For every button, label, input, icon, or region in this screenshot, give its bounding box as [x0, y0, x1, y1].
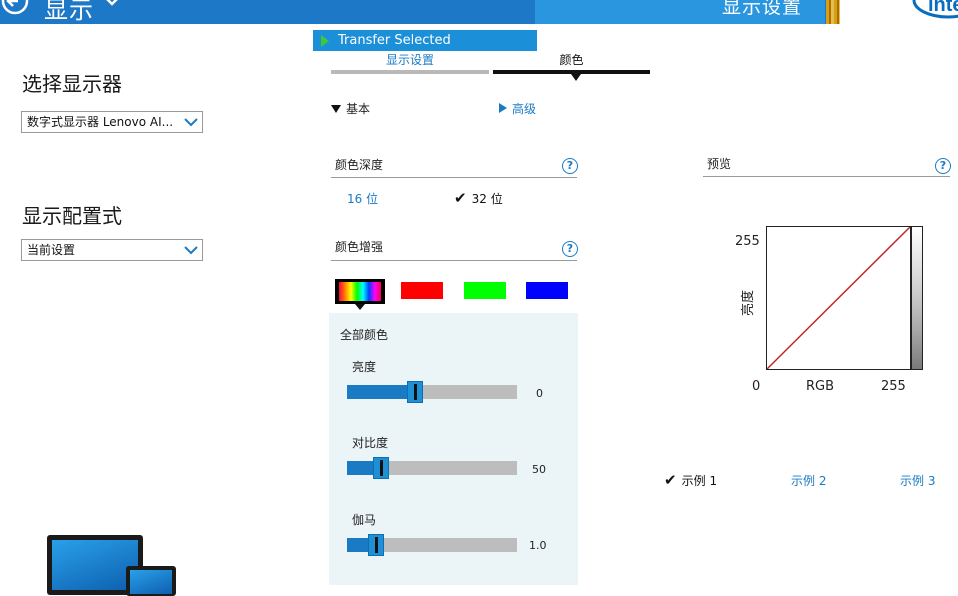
- gamma-value: 1.0: [529, 539, 547, 552]
- divider: [331, 260, 577, 261]
- contrast-slider-thumb[interactable]: [373, 457, 389, 479]
- checkmark-icon: ✔: [454, 189, 467, 207]
- gamma-slider[interactable]: [347, 534, 517, 556]
- transfer-selected-label: Transfer Selected: [338, 33, 451, 48]
- svg-text:intel: intel: [928, 0, 958, 16]
- grayscale-strip: [911, 226, 923, 370]
- display-select-value: 数字式显示器 Lenovo AI...: [27, 115, 174, 129]
- example-1[interactable]: ✔ 示例 1: [664, 470, 717, 489]
- swatch-selected-caret: [355, 304, 365, 310]
- contrast-value: 50: [532, 463, 546, 476]
- page-title[interactable]: 显示: [44, 0, 94, 25]
- brightness-slider-thumb[interactable]: [407, 381, 423, 403]
- mode-advanced-label: 高级: [512, 102, 537, 116]
- brightness-slider-fill: [347, 385, 415, 399]
- brightness-value: 0: [536, 387, 543, 400]
- chevron-down-icon[interactable]: [104, 0, 120, 10]
- contrast-slider[interactable]: [347, 457, 517, 479]
- display-profile-dropdown[interactable]: 当前设置: [21, 239, 203, 261]
- color-enhance-title: 颜色增强: [335, 240, 384, 254]
- help-icon[interactable]: ?: [562, 241, 578, 257]
- brightness-slider[interactable]: [347, 381, 517, 403]
- tab-indicator-inactive: [331, 70, 489, 74]
- mode-advanced[interactable]: 高级: [499, 100, 536, 117]
- gamma-slider-thumb[interactable]: [367, 534, 384, 556]
- swatch-all-colors[interactable]: [335, 279, 385, 304]
- display-profile-title: 显示配置式: [22, 204, 122, 228]
- tab-active-caret: [571, 74, 581, 81]
- display-select-dropdown[interactable]: 数字式显示器 Lenovo AI...: [21, 111, 203, 133]
- mode-basic[interactable]: 基本: [331, 100, 370, 117]
- expanded-triangle-icon: [331, 105, 341, 113]
- brightness-label: 亮度: [352, 360, 377, 374]
- mode-basic-label: 基本: [346, 102, 371, 116]
- all-colors-title: 全部颜色: [340, 328, 389, 342]
- tab-display-settings[interactable]: 显示设置: [331, 51, 489, 68]
- color-depth-16bit[interactable]: 16 位: [347, 190, 378, 207]
- example-1-label: 示例 1: [681, 474, 718, 488]
- y-tick-label: 255: [735, 234, 760, 249]
- secondary-monitor-illustration: [126, 566, 176, 596]
- play-icon: [321, 35, 329, 47]
- color-depth-title: 颜色深度: [335, 158, 384, 172]
- color-depth-32bit-label: 32 位: [471, 192, 503, 206]
- example-3[interactable]: 示例 3: [900, 472, 935, 489]
- chevron-down-icon: [184, 118, 198, 127]
- preview-chart: [766, 226, 911, 370]
- tab-color[interactable]: 颜色: [493, 51, 650, 68]
- display-profile-value: 当前设置: [27, 243, 76, 257]
- preview-title: 预览: [707, 157, 732, 171]
- divider: [331, 177, 577, 178]
- checkmark-icon: ✔: [664, 471, 677, 489]
- swatch-red[interactable]: [401, 282, 443, 299]
- chevron-down-icon: [184, 246, 198, 255]
- contrast-label: 对比度: [352, 436, 389, 450]
- select-display-title: 选择显示器: [22, 72, 122, 96]
- divider: [703, 176, 950, 177]
- x-axis-label: RGB: [806, 379, 835, 394]
- header-decoration: [826, 0, 840, 24]
- transfer-selected-bar[interactable]: Transfer Selected: [313, 30, 537, 51]
- display-settings-header: 显示设置: [722, 0, 803, 18]
- series-line: [767, 227, 910, 369]
- swatch-green[interactable]: [464, 282, 506, 299]
- back-arrow-icon[interactable]: [0, 0, 30, 16]
- x-tick-label: 255: [881, 379, 906, 394]
- collapsed-triangle-icon: [499, 103, 507, 113]
- gamma-label: 伽马: [352, 513, 377, 527]
- x-tick-label: 0: [752, 379, 761, 394]
- y-axis-label: 亮度: [741, 289, 756, 316]
- help-icon[interactable]: ?: [935, 158, 951, 174]
- example-2[interactable]: 示例 2: [791, 472, 826, 489]
- intel-logo: intel: [912, 0, 958, 19]
- help-icon[interactable]: ?: [562, 158, 578, 174]
- swatch-blue[interactable]: [526, 282, 568, 299]
- color-depth-32bit[interactable]: ✔ 32 位: [454, 188, 503, 207]
